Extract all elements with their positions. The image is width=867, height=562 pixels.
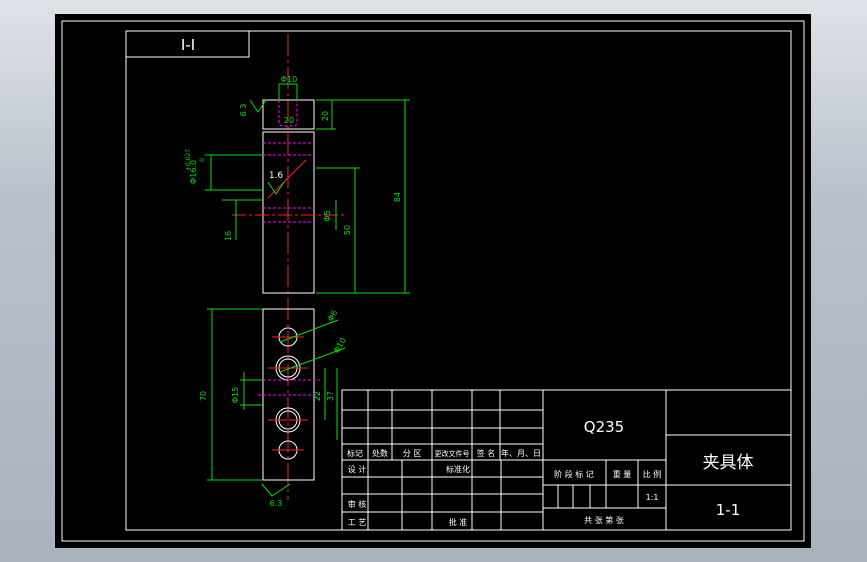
drawing-background	[55, 14, 811, 548]
dim-hole-15: Φ15	[231, 387, 240, 403]
review-label: 审 核	[348, 499, 367, 509]
dim-tolerance-upper: +0.027	[185, 149, 192, 171]
dim-inner-dia: Φ5	[323, 210, 332, 221]
cad-drawing-canvas[interactable]: I-I Φ10 20 6.3 20 84 50 Φ5 Φ16.0 +0.027 …	[0, 0, 867, 562]
roughness-mid: 1.6	[269, 171, 284, 181]
section-label: I-I	[181, 36, 195, 54]
weight-label: 重 量	[613, 469, 632, 479]
dim-inner-50: 50	[343, 225, 352, 235]
dim-top-height: 20	[321, 111, 330, 121]
dim-top-width: 20	[284, 116, 294, 125]
dim-top-dia: Φ10	[281, 75, 297, 84]
dim-tolerance-lower: 0	[199, 158, 206, 162]
dim-side-16: 16	[224, 231, 233, 241]
dim-height-70: 70	[199, 391, 208, 401]
approve-label: 批 准	[449, 517, 468, 527]
row-label-sign: 签 名	[477, 448, 496, 458]
stage-mark-label: 阶 段 标 记	[554, 469, 594, 479]
material: Q235	[584, 418, 624, 436]
row-label-date: 年、月、日	[501, 448, 541, 458]
roughness-top: 6.3	[239, 104, 248, 117]
design-label: 设 计	[348, 464, 367, 474]
process-label: 工 艺	[348, 518, 367, 527]
row-label-zone: 分 区	[403, 449, 422, 458]
dim-37: 37	[326, 391, 335, 401]
ratio-label: 比 例	[643, 469, 662, 479]
row-label-count: 处数	[372, 448, 388, 458]
dim-total: 84	[393, 192, 402, 202]
part-name: 夹具体	[703, 453, 754, 473]
roughness-bottom: 6.3	[270, 499, 283, 508]
sheets-label: 共 张 第 张	[584, 515, 624, 525]
drawing-number: 1-1	[716, 501, 741, 519]
row-label-mark: 标记	[347, 448, 363, 458]
scale-value: 1:1	[646, 493, 659, 502]
dim-22: 22	[313, 391, 322, 401]
row-label-change-doc: 更改文件号	[435, 449, 470, 458]
standardization-label: 标准化	[446, 464, 470, 474]
